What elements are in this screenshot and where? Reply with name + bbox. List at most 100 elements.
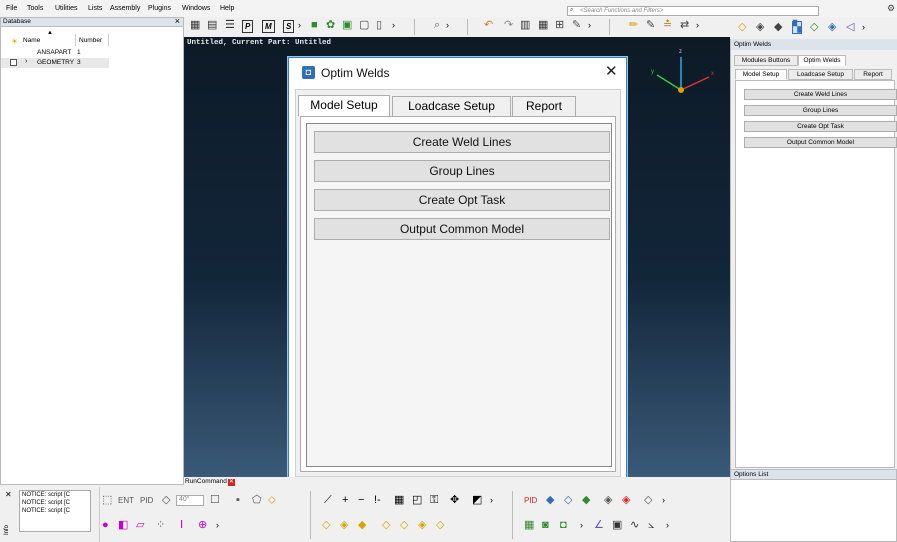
menu-file[interactable]: File (6, 5, 17, 12)
edit-icon[interactable]: ▤ (207, 20, 217, 31)
grid-icon[interactable]: ▦ (394, 495, 404, 506)
chevron-right-icon[interactable]: › (216, 520, 219, 531)
shape4-icon[interactable]: ◇ (810, 22, 818, 33)
window-icon[interactable]: ▦ (538, 20, 548, 31)
chevron-right-icon[interactable]: › (490, 495, 493, 506)
polygon-icon[interactable]: ⬠ (252, 495, 262, 506)
rivet-icon[interactable]: ⊕ (198, 520, 207, 531)
shape6-icon[interactable]: ◁ (846, 22, 854, 33)
zoom-icon[interactable]: ⌕ (434, 20, 440, 31)
tab-loadcase-setup[interactable]: Loadcase Setup (788, 69, 853, 80)
note-icon[interactable]: ✎ (646, 20, 655, 31)
window-icon[interactable]: ◰ (412, 495, 422, 506)
lock-icon[interactable]: ⚿ (430, 495, 438, 506)
chevron-right-icon[interactable]: › (696, 20, 699, 31)
pencil-icon[interactable]: ✏ (629, 20, 638, 31)
weld-icon[interactable]: ▚ (792, 21, 803, 34)
brush-icon[interactable]: ✎ (572, 20, 581, 31)
shape-icon[interactable]: ◇ (738, 22, 746, 33)
doc-green-icon[interactable]: ▣ (342, 20, 352, 31)
m-icon[interactable]: M (262, 20, 275, 33)
doc-icon[interactable]: ▢ (359, 20, 369, 31)
chevron-right-icon[interactable]: › (580, 520, 583, 531)
file-icon[interactable]: ▯ (376, 20, 382, 31)
menu-plugins[interactable]: Plugins (148, 5, 171, 12)
tab-model-setup[interactable]: Model Setup (298, 95, 390, 117)
tab-report[interactable]: Report (512, 96, 576, 117)
table-icon[interactable]: ▥ (520, 20, 530, 31)
cube-options-icon[interactable]: ◇ (644, 495, 652, 506)
menu-tools[interactable]: Tools (27, 5, 43, 12)
cube-icon[interactable]: ◧ (118, 520, 128, 531)
shape5-icon[interactable]: ◇ (400, 520, 408, 531)
tab-report[interactable]: Report (854, 69, 892, 80)
plus-icon[interactable]: + (342, 495, 348, 506)
s-icon[interactable]: S (283, 20, 295, 33)
pid-red-icon[interactable]: PID (524, 495, 537, 506)
menu-windows[interactable]: Windows (182, 5, 210, 12)
cube-blue-icon[interactable]: ◆ (546, 495, 554, 506)
gear-icon[interactable]: ⚙ (887, 3, 895, 14)
close-icon[interactable]: ✕ (227, 479, 235, 486)
tab-loadcase-setup[interactable]: Loadcase Setup (392, 96, 511, 117)
search-input[interactable]: ⌕ <Search Functions and Filters> (567, 6, 819, 16)
create-opt-task-button[interactable]: Create Opt Task (744, 121, 897, 132)
shape7-icon[interactable]: ◇ (436, 520, 444, 531)
angle-field[interactable]: 40° (176, 495, 204, 506)
spline-icon[interactable]: ∿ (630, 520, 639, 531)
mesh-icon[interactable]: ▦ (524, 520, 534, 531)
grid-icon[interactable]: ▦ (190, 20, 200, 31)
mesh3-icon[interactable]: ◘ (560, 520, 567, 531)
cube-green-icon[interactable]: ◆ (582, 495, 590, 506)
list-icon[interactable]: ☰ (225, 20, 235, 31)
p-icon[interactable]: P (242, 20, 254, 33)
angle-icon[interactable]: ⦣ (648, 520, 654, 531)
chevron-right-icon[interactable]: › (862, 22, 865, 33)
cube-grey-icon[interactable]: ◈ (604, 495, 612, 506)
chevron-right-icon[interactable]: › (666, 520, 669, 531)
block-icon[interactable]: ■ (311, 20, 318, 31)
circle-icon[interactable]: ● (102, 520, 109, 531)
shape3-icon[interactable]: ◆ (358, 520, 366, 531)
table-row[interactable]: › GEOMETRY 3 (1, 58, 109, 68)
tab-optim-welds[interactable]: Optim Welds (798, 55, 846, 66)
node-icon[interactable]: ✥ (450, 495, 459, 506)
minus-icon[interactable]: − (358, 495, 364, 506)
redo-icon[interactable]: ↷ (504, 20, 513, 31)
column-header-name[interactable]: Name (23, 37, 40, 44)
align-icon[interactable]: ≛ (663, 20, 672, 31)
menu-help[interactable]: Help (220, 5, 234, 12)
shape-icon[interactable]: ◇ (322, 520, 330, 531)
create-weld-lines-button[interactable]: Create Weld Lines (744, 89, 897, 100)
expand-icon[interactable]: › (25, 58, 27, 65)
create-weld-lines-button[interactable]: Create Weld Lines (314, 131, 610, 153)
tab-model-setup[interactable]: Model Setup (735, 69, 787, 80)
curve-icon[interactable]: ∠ (594, 520, 604, 531)
frame-icon[interactable]: ☐ (210, 495, 220, 506)
chevron-right-icon[interactable]: › (588, 20, 591, 31)
undo-icon[interactable]: ↶ (484, 20, 493, 31)
column-header-number[interactable]: Number (79, 37, 102, 44)
shape3-icon[interactable]: ◆ (774, 22, 782, 33)
menu-assembly[interactable]: Assembly (110, 5, 140, 12)
select-box-icon[interactable]: ⬚ (102, 495, 112, 506)
chevron-right-icon[interactable]: › (298, 20, 301, 31)
menu-utilities[interactable]: Utilities (55, 5, 78, 12)
ent-icon[interactable]: ENT (118, 495, 134, 506)
flag-icon[interactable]: ◩ (472, 495, 482, 506)
gear-green-icon[interactable]: ✿ (326, 20, 335, 31)
group-lines-button[interactable]: Group Lines (314, 160, 610, 182)
tab-modules-buttons[interactable]: Modules Buttons (734, 55, 798, 66)
highlight-icon[interactable]: ⬦ (268, 495, 276, 506)
create-opt-task-button[interactable]: Create Opt Task (314, 189, 610, 211)
menu-lists[interactable]: Lists (88, 5, 102, 12)
shape5-icon[interactable]: ◈ (828, 22, 836, 33)
shape6-icon[interactable]: ◈ (418, 520, 426, 531)
shape2-icon[interactable]: ◈ (340, 520, 348, 531)
pid-icon[interactable]: PID (140, 495, 153, 506)
close-icon[interactable]: ✕ (5, 490, 12, 499)
split-icon[interactable]: !- (374, 495, 381, 506)
trash-icon[interactable]: ⊞ (555, 20, 564, 31)
chevron-right-icon[interactable]: › (392, 20, 395, 31)
shape-icon[interactable]: ◇ (162, 495, 170, 506)
